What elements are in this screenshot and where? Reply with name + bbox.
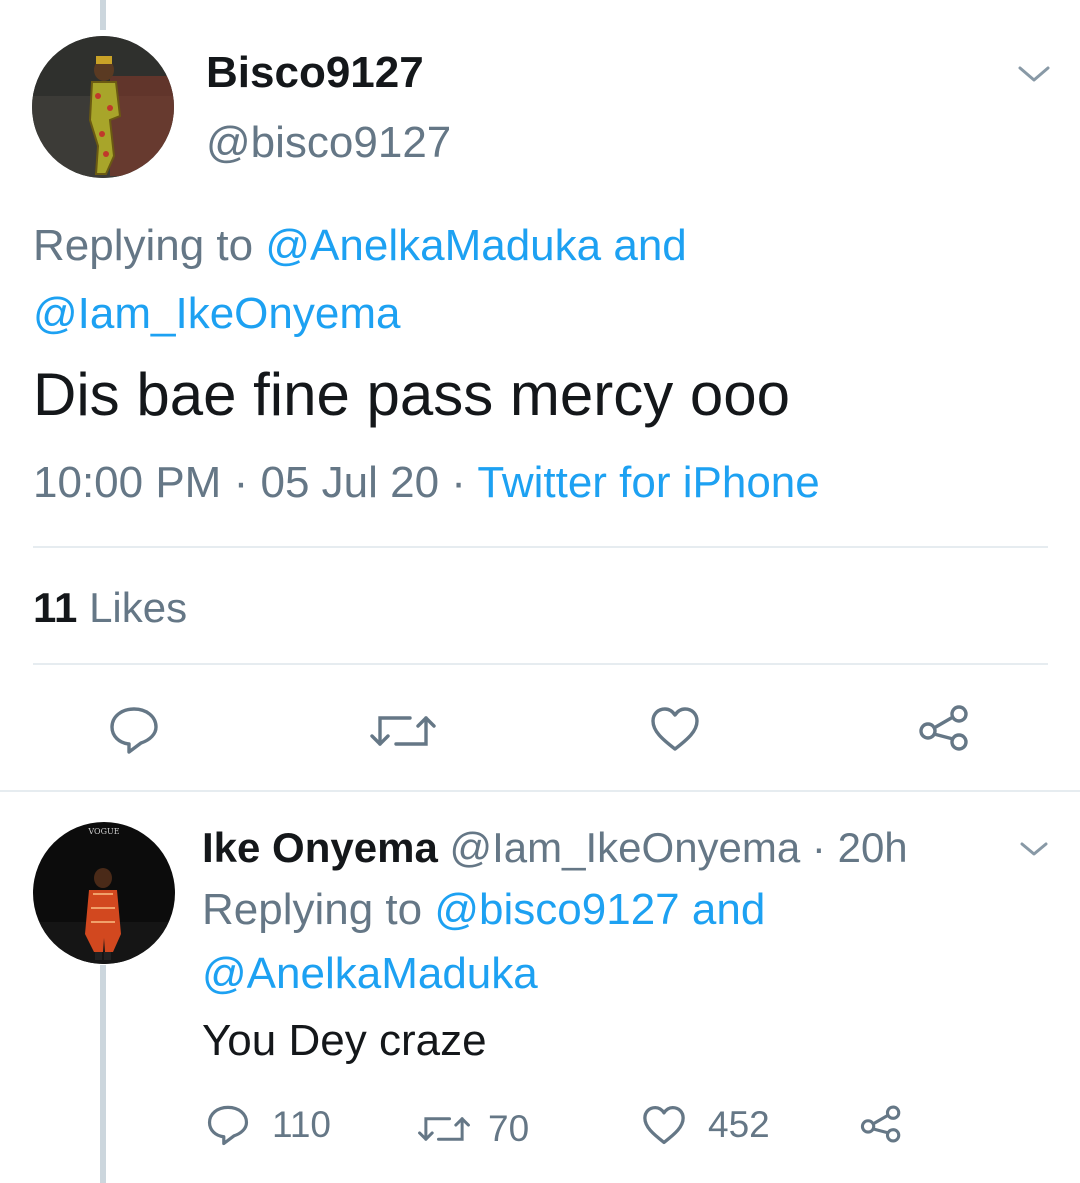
likes-label: Likes [89,584,188,631]
tweet-date: 05 Jul 20 [260,458,440,507]
retweet-icon[interactable] [370,710,436,752]
like-action[interactable]: 452 [642,1104,770,1146]
mention-link[interactable]: @bisco9127 [434,885,679,934]
share-icon[interactable] [860,1104,902,1144]
avatar[interactable]: VOGUE [33,822,175,964]
meta-separator: · [233,458,249,507]
display-name[interactable]: Ike Onyema [202,824,438,871]
retweet-icon [418,1117,470,1141]
retweet-count: 70 [488,1108,530,1149]
tweet-source-link[interactable]: Twitter for iPhone [477,458,819,507]
mention-link[interactable]: @Iam_IkeOnyema [33,289,400,338]
replying-and[interactable]: and [613,221,686,270]
tweet-meta: 10:00 PM · 05 Jul 20 · Twitter for iPhon… [33,458,820,508]
likes-count: 11 [33,584,78,631]
display-name[interactable]: Bisco9127 [206,48,424,98]
replying-prefix: Replying to [202,885,423,934]
replying-prefix: Replying to [33,221,254,270]
avatar-photo: VOGUE [33,822,175,964]
reply-icon[interactable] [108,705,160,755]
reply-header: Ike Onyema @Iam_IkeOnyema · 20h [202,824,908,872]
chevron-down-icon[interactable] [1018,838,1050,860]
likes-stat[interactable]: 11 Likes [33,584,187,632]
section-divider [0,790,1080,792]
like-icon[interactable] [650,706,700,752]
avatar-caption: VOGUE [87,827,119,836]
user-handle[interactable]: @Iam_IkeOnyema [449,824,800,871]
replying-to: Replying to @AnelkaMaduka and @Iam_IkeOn… [33,212,1033,348]
thread-line-top [100,0,106,30]
mention-link[interactable]: @AnelkaMaduka [265,221,601,270]
share-icon[interactable] [918,704,970,752]
mention-link[interactable]: @AnelkaMaduka [202,949,538,998]
like-icon [643,1105,685,1145]
retweet-action[interactable]: 70 [418,1108,529,1150]
meta-separator: · [451,458,466,507]
tweet-text: You Dey craze [202,1016,487,1065]
divider [33,546,1048,548]
tweet-age: 20h [837,824,908,871]
reply-icon [207,1105,249,1146]
divider [33,663,1048,665]
tweet-text: Dis bae fine pass mercy ooo [33,361,791,428]
replying-and[interactable]: and [692,885,765,934]
reply-count: 110 [272,1104,331,1145]
tweet-time: 10:00 PM [33,458,222,507]
reply-action[interactable]: 110 [206,1104,331,1146]
thread-line-bottom [100,965,106,1183]
chevron-down-icon[interactable] [1016,62,1052,86]
like-count: 452 [708,1104,770,1145]
avatar[interactable] [32,36,174,178]
user-handle[interactable]: @bisco9127 [206,118,451,168]
meta-separator: · [811,824,826,871]
avatar-photo [32,36,174,178]
replying-to: Replying to @bisco9127 and @AnelkaMaduka [202,878,1062,1006]
